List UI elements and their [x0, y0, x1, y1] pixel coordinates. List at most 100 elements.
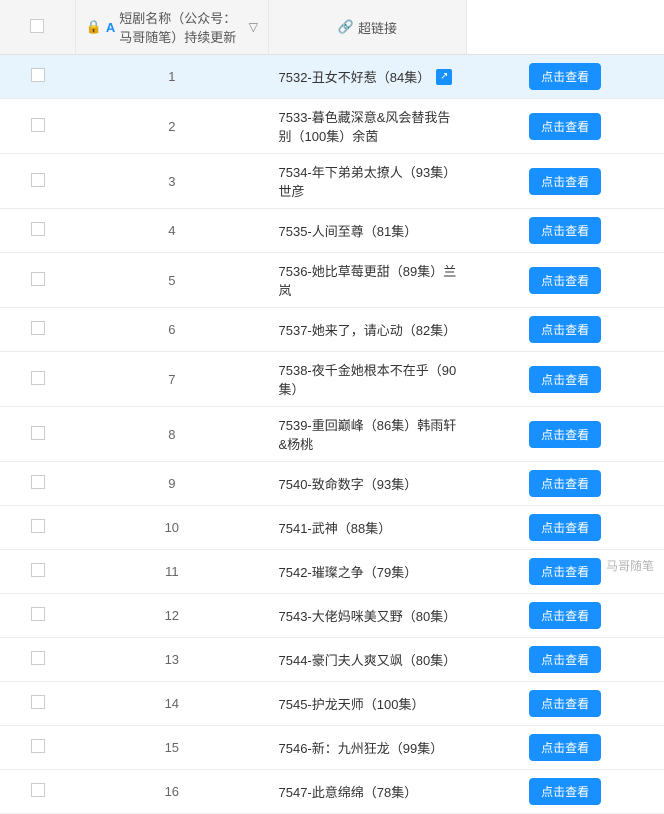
- view-button[interactable]: 点击查看: [529, 734, 601, 761]
- row-checkbox[interactable]: [31, 695, 45, 709]
- link-header-text: 超链接: [358, 18, 397, 37]
- row-title: 7541-武神（88集）: [269, 506, 467, 550]
- row-link-cell: 点击查看: [466, 99, 664, 154]
- view-button[interactable]: 点击查看: [529, 470, 601, 497]
- row-link-cell: 点击查看: [466, 682, 664, 726]
- row-checkbox[interactable]: [31, 739, 45, 753]
- row-checkbox[interactable]: [31, 607, 45, 621]
- view-button[interactable]: 点击查看: [529, 778, 601, 805]
- row-link-cell: 点击查看: [466, 352, 664, 407]
- row-checkbox-cell: [0, 594, 75, 638]
- row-link-cell: 点击查看: [466, 462, 664, 506]
- row-link-cell: 点击查看: [466, 55, 664, 99]
- filter-icon[interactable]: ▽: [249, 20, 258, 34]
- row-checkbox[interactable]: [31, 321, 45, 335]
- table-row: 67537-她来了，请心动（82集）点击查看: [0, 308, 664, 352]
- row-number: 11: [75, 550, 268, 594]
- view-button[interactable]: 点击查看: [529, 267, 601, 294]
- row-checkbox[interactable]: [31, 272, 45, 286]
- row-number: 1: [75, 55, 268, 99]
- title-text: 7532-丑女不好惹（84集）: [279, 67, 431, 86]
- row-number: 10: [75, 506, 268, 550]
- row-checkbox-cell: [0, 726, 75, 770]
- row-link-cell: 点击查看: [466, 594, 664, 638]
- row-checkbox-cell: [0, 770, 75, 814]
- row-checkbox[interactable]: [31, 651, 45, 665]
- row-checkbox-cell: [0, 55, 75, 99]
- row-number: 3: [75, 154, 268, 209]
- row-number: 7: [75, 352, 268, 407]
- select-all-checkbox[interactable]: [30, 19, 44, 33]
- row-number: 9: [75, 462, 268, 506]
- row-number: 8: [75, 407, 268, 462]
- row-title: 7546-新：九州狂龙（99集）: [269, 726, 467, 770]
- table-row: 147545-护龙天师（100集）点击查看: [0, 682, 664, 726]
- row-number: 12: [75, 594, 268, 638]
- row-title: 7536-她比草莓更甜（89集）兰岚: [269, 253, 467, 308]
- row-link-cell: 点击查看: [466, 308, 664, 352]
- table-row: 157546-新：九州狂龙（99集） 点击查看: [0, 726, 664, 770]
- table-row: 57536-她比草莓更甜（89集）兰岚 点击查看: [0, 253, 664, 308]
- view-button[interactable]: 点击查看: [529, 646, 601, 673]
- row-link-cell: 点击查看: [466, 550, 664, 594]
- row-checkbox[interactable]: [31, 371, 45, 385]
- view-button[interactable]: 点击查看: [529, 421, 601, 448]
- row-checkbox-cell: [0, 550, 75, 594]
- title-header-text: 短剧名称（公众号：马哥随笔）持续更新: [119, 8, 241, 46]
- row-title: 7539-重回巅峰（86集）韩雨轩&杨桃: [269, 407, 467, 462]
- table-header-row: 🔒 A 短剧名称（公众号：马哥随笔）持续更新 ▽ 🔗 超链接: [0, 0, 664, 55]
- view-button[interactable]: 点击查看: [529, 168, 601, 195]
- view-button[interactable]: 点击查看: [529, 217, 601, 244]
- external-link-icon[interactable]: ↗: [436, 69, 452, 85]
- row-title: 7533-暮色藏深意&风会替我告别（100集）余茵: [269, 99, 467, 154]
- row-title: 7537-她来了，请心动（82集）: [269, 308, 467, 352]
- row-checkbox[interactable]: [31, 783, 45, 797]
- row-number: 2: [75, 99, 268, 154]
- row-number: 15: [75, 726, 268, 770]
- view-button[interactable]: 点击查看: [529, 113, 601, 140]
- first-row-title-wrapper: 7532-丑女不好惹（84集） ↗: [279, 67, 457, 86]
- row-number: 16: [75, 770, 268, 814]
- table-row: 137544-豪门夫人爽又飒（80集）点击查看: [0, 638, 664, 682]
- lock-icon: 🔒: [86, 19, 102, 35]
- row-checkbox[interactable]: [31, 222, 45, 236]
- table-body: 17532-丑女不好惹（84集）↗点击查看27533-暮色藏深意&风会替我告别（…: [0, 55, 664, 814]
- table-row: 27533-暮色藏深意&风会替我告别（100集）余茵 点击查看: [0, 99, 664, 154]
- row-checkbox-cell: [0, 638, 75, 682]
- view-button[interactable]: 点击查看: [529, 316, 601, 343]
- data-table: 🔒 A 短剧名称（公众号：马哥随笔）持续更新 ▽ 🔗 超链接 1 7532-丑女不…: [0, 0, 664, 814]
- row-checkbox[interactable]: [31, 68, 45, 82]
- row-checkbox[interactable]: [31, 173, 45, 187]
- link-header: 🔗 超链接: [269, 0, 467, 55]
- row-title: 7547-此意绵绵（78集）: [269, 770, 467, 814]
- table-row: 167547-此意绵绵（78集） 点击查看: [0, 770, 664, 814]
- view-button[interactable]: 点击查看: [529, 366, 601, 393]
- row-link-cell: 点击查看: [466, 638, 664, 682]
- view-button[interactable]: 点击查看: [529, 690, 601, 717]
- table-row: 77538-夜千金她根本不在乎（90集）点击查看: [0, 352, 664, 407]
- row-title: 7534-年下弟弟太撩人（93集）世彦: [269, 154, 467, 209]
- row-number: 13: [75, 638, 268, 682]
- view-button[interactable]: 点击查看: [529, 63, 601, 90]
- main-table-container: 🔒 A 短剧名称（公众号：马哥随笔）持续更新 ▽ 🔗 超链接 1 7532-丑女不…: [0, 0, 664, 814]
- table-row: 97540-致命数字（93集） 点击查看: [0, 462, 664, 506]
- row-checkbox[interactable]: [31, 118, 45, 132]
- row-checkbox[interactable]: [31, 563, 45, 577]
- view-button[interactable]: 点击查看: [529, 558, 601, 585]
- row-checkbox-cell: [0, 154, 75, 209]
- row-number: 5: [75, 253, 268, 308]
- row-title: 7540-致命数字（93集）: [269, 462, 467, 506]
- row-checkbox-cell: [0, 308, 75, 352]
- row-checkbox[interactable]: [31, 475, 45, 489]
- row-link-cell: 点击查看: [466, 253, 664, 308]
- table-row: 47535-人间至尊（81集）点击查看: [0, 209, 664, 253]
- row-link-cell: 点击查看: [466, 407, 664, 462]
- table-row: 87539-重回巅峰（86集）韩雨轩&杨桃 点击查看: [0, 407, 664, 462]
- view-button[interactable]: 点击查看: [529, 514, 601, 541]
- checkbox-header[interactable]: [0, 0, 75, 55]
- view-button[interactable]: 点击查看: [529, 602, 601, 629]
- row-checkbox-cell: [0, 462, 75, 506]
- row-checkbox-cell: [0, 506, 75, 550]
- row-checkbox[interactable]: [31, 519, 45, 533]
- row-checkbox[interactable]: [31, 426, 45, 440]
